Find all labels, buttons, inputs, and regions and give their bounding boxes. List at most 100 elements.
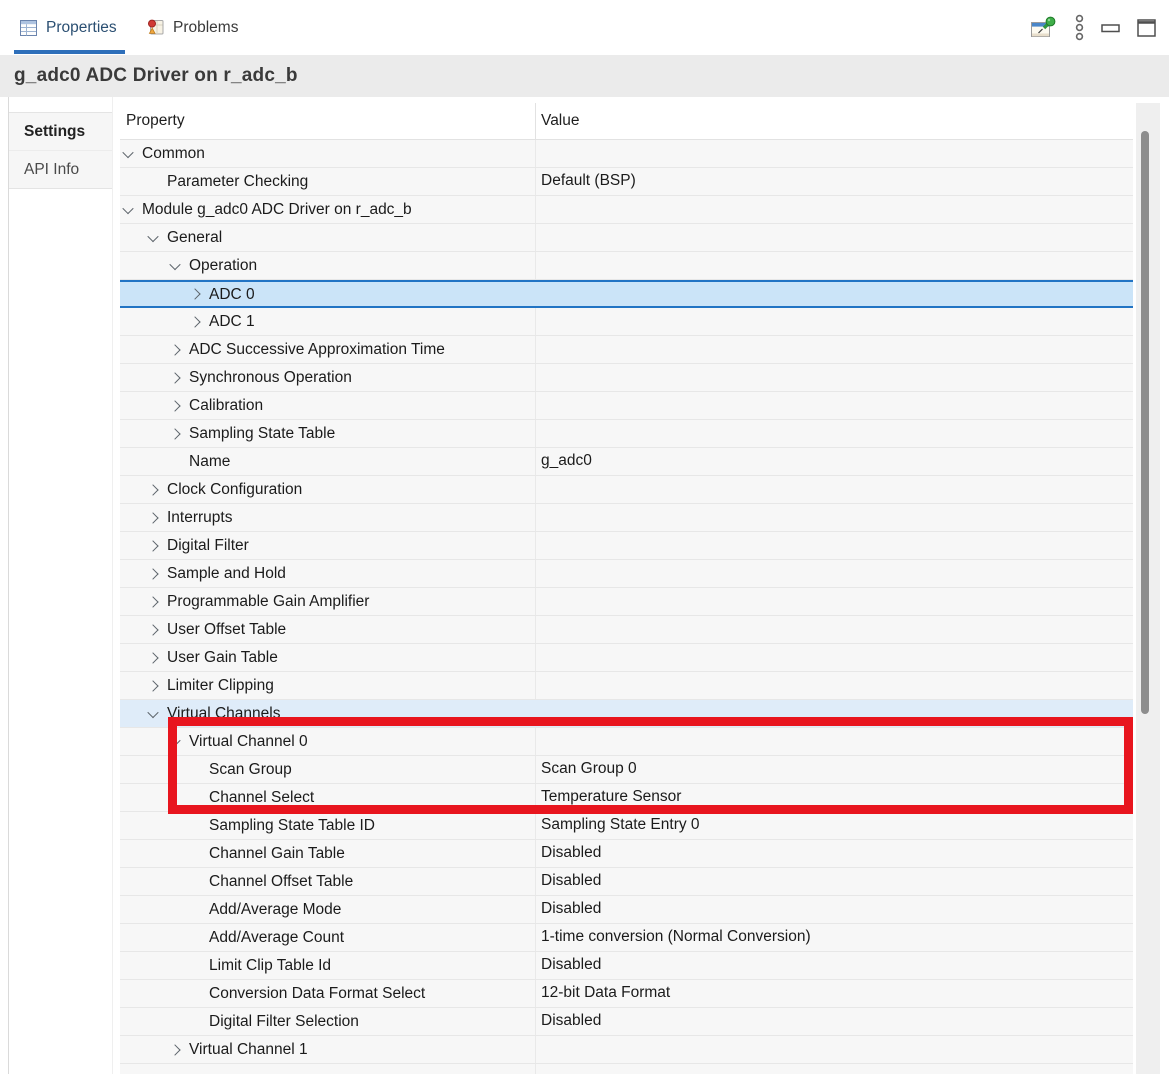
table-row[interactable]: ADC 1 [120, 308, 1133, 336]
table-row[interactable]: Channel Gain TableDisabled [120, 840, 1133, 868]
property-cell: Digital Filter Selection [120, 1008, 535, 1035]
table-row[interactable]: Add/Average ModeDisabled [120, 896, 1133, 924]
chevron-right-icon[interactable] [169, 344, 180, 355]
table-row[interactable]: Common [120, 140, 1133, 168]
property-label: Clock Configuration [167, 481, 302, 499]
table-row[interactable]: Scan GroupScan Group 0 [120, 756, 1133, 784]
chevron-right-icon[interactable] [147, 512, 158, 523]
chevron-down-icon[interactable] [169, 734, 180, 745]
sidebar-item-api-info-label: API Info [24, 161, 79, 179]
table-row[interactable]: Channel Offset TableDisabled [120, 868, 1133, 896]
table-row[interactable]: Parameter CheckingDefault (BSP) [120, 168, 1133, 196]
chevron-right-icon[interactable] [189, 316, 200, 327]
table-row[interactable]: Sample and Hold [120, 560, 1133, 588]
sidebar-item-api-info[interactable]: API Info [9, 151, 112, 189]
table-row[interactable]: Calibration [120, 392, 1133, 420]
property-value: 1-time conversion (Normal Conversion) [541, 924, 811, 951]
chevron-right-icon[interactable] [147, 568, 158, 579]
table-row[interactable]: Name g_adc0 [120, 448, 1133, 476]
column-divider [535, 103, 536, 139]
chevron-down-icon[interactable] [147, 706, 158, 717]
property-label: Programmable Gain Amplifier [167, 593, 369, 611]
table-row[interactable]: Conversion Data Format Select12-bit Data… [120, 980, 1133, 1008]
table-row[interactable]: Sampling State Table [120, 420, 1133, 448]
property-cell: User Gain Table [120, 644, 535, 671]
maximize-icon[interactable] [1137, 18, 1157, 38]
property-label: Calibration [189, 397, 263, 415]
table-row[interactable]: Programmable Gain Amplifier [120, 588, 1133, 616]
chevron-down-icon[interactable] [122, 202, 133, 213]
table-row[interactable]: Interrupts [120, 504, 1133, 532]
property-cell: General [120, 224, 535, 251]
table-row[interactable]: ADC 0 [120, 280, 1133, 308]
chevron-right-icon[interactable] [169, 1044, 180, 1055]
page-title: g_adc0 ADC Driver on r_adc_b [14, 65, 298, 87]
property-cell: Conversion Data Format Select [120, 980, 535, 1007]
table-row[interactable]: Digital Filter SelectionDisabled [120, 1008, 1133, 1036]
property-label: General [167, 229, 222, 247]
column-header-value[interactable]: Value [541, 103, 580, 138]
property-cell: Parameter Checking [120, 168, 535, 195]
table-row[interactable]: Sampling State Table IDSampling State En… [120, 812, 1133, 840]
property-label: Sampling State Table ID [209, 817, 375, 835]
property-cell: Programmable Gain Amplifier [120, 588, 535, 615]
chevron-right-icon[interactable] [169, 428, 180, 439]
chevron-down-icon[interactable] [147, 230, 158, 241]
table-row[interactable]: Limit Clip Table IdDisabled [120, 952, 1133, 980]
tab-problems[interactable]: Problems [140, 0, 244, 55]
property-label: User Offset Table [167, 621, 286, 639]
table-header: Property Value [120, 103, 1133, 140]
table-row[interactable]: Clock Configuration [120, 476, 1133, 504]
chevron-down-icon[interactable] [122, 146, 133, 157]
property-cell: Sampling State Table [120, 420, 535, 447]
table-row[interactable]: ADC Successive Approximation Time [120, 336, 1133, 364]
property-label: Module g_adc0 ADC Driver on r_adc_b [142, 201, 412, 219]
chevron-right-icon[interactable] [169, 372, 180, 383]
property-value: g_adc0 [541, 448, 592, 475]
scrollbar-thumb[interactable] [1141, 131, 1149, 714]
table-row[interactable]: User Offset Table [120, 616, 1133, 644]
table-row[interactable]: User Gain Table [120, 644, 1133, 672]
table-row[interactable]: Virtual Channel 0 [120, 728, 1133, 756]
chevron-right-icon[interactable] [169, 400, 180, 411]
chevron-right-icon[interactable] [147, 652, 158, 663]
property-cell: Clock Configuration [120, 476, 535, 503]
property-cell: Calibration [120, 392, 535, 419]
table-row[interactable]: Operation [120, 252, 1133, 280]
pin-view-icon[interactable] [1031, 16, 1058, 40]
tab-properties[interactable]: Properties [14, 0, 125, 55]
view-menu-icon[interactable] [1074, 14, 1085, 41]
column-header-property[interactable]: Property [126, 103, 185, 138]
view-toolbar [1031, 0, 1157, 55]
table-row[interactable]: Virtual Channel 1 [120, 1036, 1133, 1064]
property-cell: ADC 0 [120, 282, 535, 306]
chevron-right-icon[interactable] [147, 680, 158, 691]
property-value: Disabled [541, 896, 601, 923]
property-label: User Gain Table [167, 649, 278, 667]
chevron-right-icon[interactable] [147, 484, 158, 495]
table-row[interactable]: Module g_adc0 ADC Driver on r_adc_b [120, 196, 1133, 224]
property-cell: Add/Average Mode [120, 896, 535, 923]
property-label: ADC 0 [209, 283, 255, 306]
property-label: Name [189, 453, 230, 471]
property-label: Sample and Hold [167, 565, 286, 583]
table-row[interactable]: Channel SelectTemperature Sensor [120, 784, 1133, 812]
vertical-scrollbar[interactable] [1136, 103, 1160, 1074]
property-cell: Digital Filter [120, 532, 535, 559]
minimize-icon[interactable] [1101, 22, 1121, 34]
property-value: Scan Group 0 [541, 756, 637, 783]
active-tab-underline [14, 50, 125, 54]
table-row[interactable]: Synchronous Operation [120, 364, 1133, 392]
chevron-right-icon[interactable] [147, 624, 158, 635]
chevron-right-icon[interactable] [189, 288, 200, 299]
sidebar-item-settings[interactable]: Settings [9, 113, 112, 151]
chevron-right-icon[interactable] [147, 596, 158, 607]
chevron-down-icon[interactable] [169, 258, 180, 269]
property-cell: Scan Group [120, 756, 535, 783]
table-row[interactable]: Digital Filter [120, 532, 1133, 560]
table-row[interactable]: Limiter Clipping [120, 672, 1133, 700]
table-row[interactable]: Virtual Channels [120, 700, 1133, 728]
table-row[interactable]: Add/Average Count1-time conversion (Norm… [120, 924, 1133, 952]
chevron-right-icon[interactable] [147, 540, 158, 551]
table-row[interactable]: General [120, 224, 1133, 252]
